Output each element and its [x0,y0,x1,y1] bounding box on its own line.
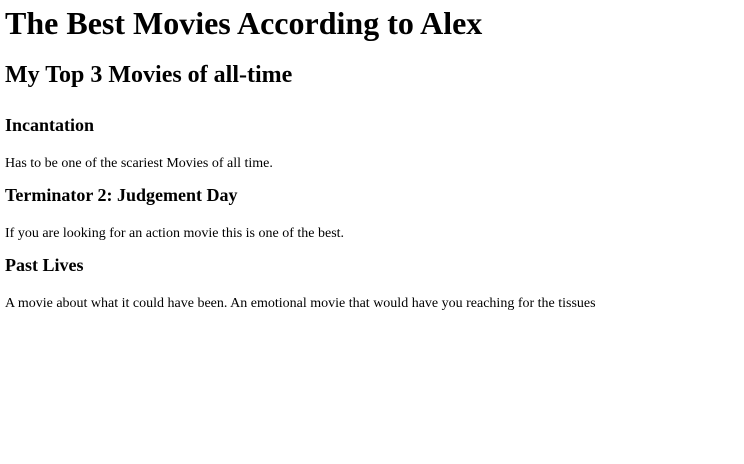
movie-description: A movie about what it could have been. A… [5,296,596,311]
movie-item: Past Lives A movie about what it could h… [5,255,739,312]
movie-list: Incantation Has to be one of the scaries… [5,115,739,312]
page-title: The Best Movies According to Alex [5,5,483,41]
page-subtitle: My Top 3 Movies of all-time [5,62,293,88]
movie-title: Past Lives [5,255,84,275]
movie-title: Terminator 2: Judgement Day [5,185,238,205]
movie-title: Incantation [5,115,95,135]
movie-item: Terminator 2: Judgement Day If you are l… [5,185,739,242]
movie-description: Has to be one of the scariest Movies of … [5,156,273,171]
movie-item: Incantation Has to be one of the scaries… [5,115,739,172]
movie-description: If you are looking for an action movie t… [5,226,345,241]
page: The Best Movies According to Alex My Top… [0,0,744,464]
